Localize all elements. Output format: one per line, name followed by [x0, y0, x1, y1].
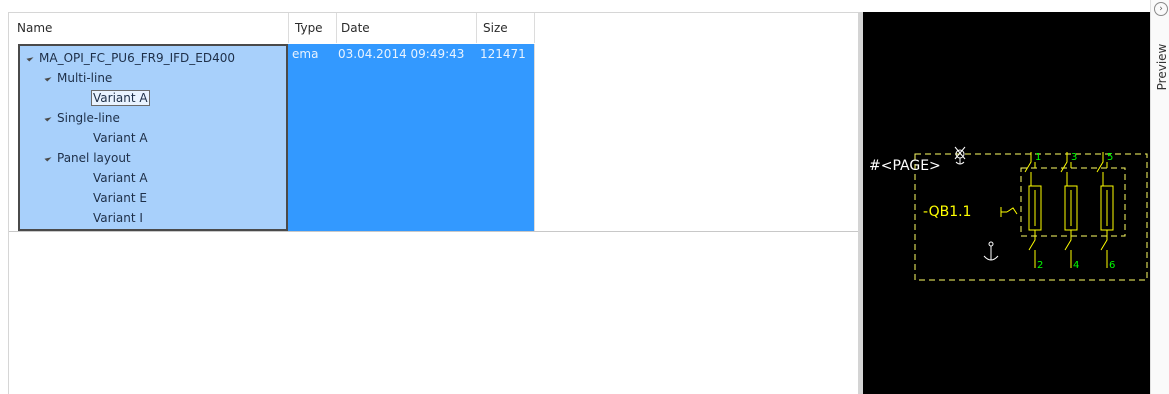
expand-triangle-icon[interactable]: [26, 53, 34, 62]
tree-item-variant[interactable]: Variant A: [91, 88, 150, 108]
terminal-label: 1: [1035, 152, 1041, 163]
page-label: #<PAGE>: [869, 158, 941, 174]
terminal-label: 3: [1071, 152, 1077, 163]
column-header-name[interactable]: Name: [9, 13, 289, 43]
terminal-label: 5: [1107, 152, 1113, 163]
file-date: 03.04.2014 09:49:43: [338, 47, 465, 61]
expand-triangle-icon[interactable]: [44, 113, 52, 122]
tree-item-multi-line[interactable]: Multi-line: [44, 68, 112, 88]
tree-item-variant[interactable]: Variant I: [93, 208, 143, 228]
tree-item-panel-layout[interactable]: Panel layout: [44, 148, 131, 168]
preview-tab-label[interactable]: Preview: [1155, 42, 1169, 92]
preview-side-tab[interactable]: › Preview: [1150, 0, 1169, 394]
switch-poles: [1024, 152, 1114, 268]
preview-canvas: #<PAGE> -QB1.1 1 3 5 2 4 6: [863, 12, 1150, 394]
chevron-right-icon[interactable]: ›: [1154, 2, 1168, 16]
terminal-label: 6: [1109, 260, 1115, 271]
terminal-label: 4: [1073, 260, 1079, 271]
tree-item-file[interactable]: MA_OPI_FC_PU6_FR9_IFD_ED400: [26, 48, 236, 68]
anchor-icon: [983, 241, 999, 261]
terminal-label: 2: [1037, 260, 1043, 271]
file-name: MA_OPI_FC_PU6_FR9_IFD_ED400: [39, 51, 236, 65]
tree-item-variant[interactable]: Variant E: [93, 188, 147, 208]
column-header-size[interactable]: Size: [477, 13, 535, 43]
tree-cell[interactable]: MA_OPI_FC_PU6_FR9_IFD_ED400 Multi-line V…: [18, 44, 288, 231]
file-type: ema: [292, 47, 319, 61]
schematic-preview: #<PAGE> -QB1.1 1 3 5 2 4 6: [869, 146, 1148, 281]
tree-item-variant[interactable]: Variant A: [93, 168, 148, 188]
device-label: -QB1.1: [923, 204, 971, 220]
column-header: Name Type Date Size: [9, 13, 858, 43]
tree-item-single-line[interactable]: Single-line: [44, 108, 120, 128]
expand-triangle-icon[interactable]: [44, 153, 52, 162]
column-header-type[interactable]: Type: [289, 13, 337, 43]
expand-triangle-icon[interactable]: [44, 73, 52, 82]
table-row-selected[interactable]: [288, 44, 534, 231]
file-list-panel: Name Type Date Size MA_OPI_FC_PU6_FR9_IF…: [0, 0, 858, 394]
file-size: 121471: [480, 47, 526, 61]
tree-item-variant[interactable]: Variant A: [93, 128, 148, 148]
anchor-symbol-icon: [954, 146, 966, 165]
column-header-date[interactable]: Date: [337, 13, 477, 43]
